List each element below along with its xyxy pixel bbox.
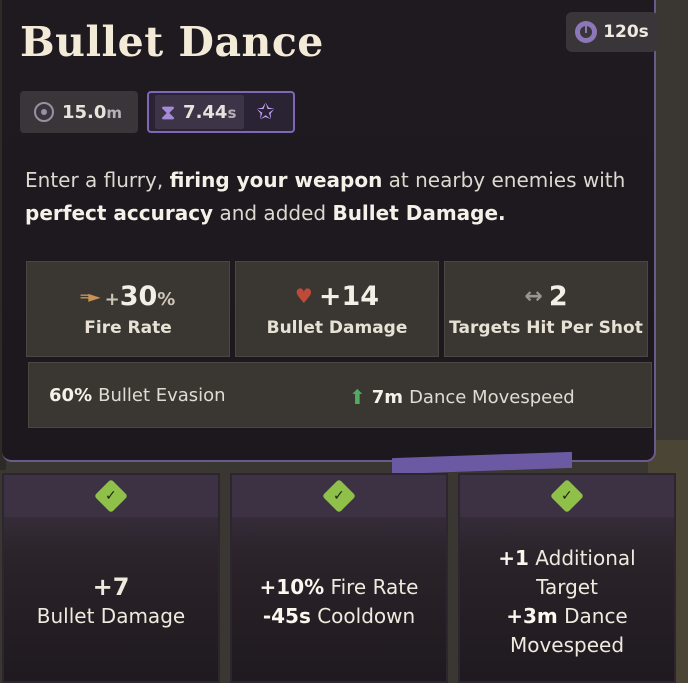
hourglass-icon: ⧗ [161,100,176,124]
upgrade-value: +1 [498,546,529,570]
checkmark-icon: ✓ [322,479,356,513]
dance-movespeed-stat: ⬆ 7m Dance Movespeed [349,385,575,409]
upgrade-tier-3[interactable]: ✓ +1 Additional Target +3m Dance Movespe… [458,473,676,683]
upgrade-value: +7 [92,573,130,601]
desc-bold-3: Bullet Damage. [332,201,506,225]
desc-bold-2: perfect accuracy [25,201,214,225]
upgrade-label: Fire Rate [324,575,419,599]
upgrade-label: Target [536,575,598,599]
duration-unit: s [227,103,237,122]
stat-label: Targets Hit Per Shot [449,317,643,338]
upgrade-value: -45s [262,604,311,628]
stat-suffix: % [157,288,176,310]
stat-value: +14 [318,280,380,312]
upgrade-tier-1[interactable]: ✓ +7 Bullet Damage [2,473,220,683]
bullet-evasion-stat: 60% Bullet Evasion [49,385,226,406]
movespeed-label: Dance Movespeed [409,386,575,408]
evasion-label: Bullet Evasion [98,385,226,406]
stat-targets-hit: ↔ 2 Targets Hit Per Shot [444,261,648,357]
arrows-icon: ↔ [524,283,543,309]
desc-text-1: Enter a flurry, [25,168,170,192]
ability-title: Bullet Dance [20,18,324,66]
stat-label: Fire Rate [84,317,172,338]
ability-card: Bullet Dance 120s 15.0m ⧗ 7.44s ✩ Enter … [2,0,658,462]
movespeed-value: 7 [371,386,385,408]
checkmark-icon: ✓ [550,479,584,513]
stat-prefix: + [104,288,120,310]
desc-text-3: and added [213,201,333,225]
range-unit: m [106,103,123,122]
cooldown-icon [575,21,598,43]
upgrade-label: Dance [557,604,628,628]
upgrade-value: +10% [259,575,325,599]
upgrade-label: Movespeed [509,633,625,657]
duration-badge[interactable]: ⧗ 7.44s ✩ [147,91,295,133]
upgrade-value: +3m [506,604,558,628]
range-badge: 15.0m [20,91,138,133]
star-upgrade-icon: ✩ [256,99,275,125]
ability-description: Enter a flurry, firing your weapon at ne… [25,164,655,230]
stat-fire-rate: ═► +30% Fire Rate [26,261,230,357]
stat-bullet-damage: ♥ +14 Bullet Damage [235,261,439,357]
cooldown-badge: 120s [566,12,658,52]
stat-label: Bullet Damage [266,317,408,338]
fire-rate-icon: ═► [80,286,101,306]
stat-value: 30 [119,280,158,312]
evasion-unit: % [74,385,93,406]
secondary-stats: 60% Bullet Evasion ⬆ 7m Dance Movespeed [28,362,652,428]
upgrade-label: Additional [528,546,636,570]
upgrade-tier-2[interactable]: ✓ +10% Fire Rate -45s Cooldown [230,473,448,683]
range-icon [34,102,54,122]
range-value: 15.0 [62,101,107,123]
movespeed-unit: m [384,386,404,408]
upgrade-label: Bullet Damage [36,604,186,628]
desc-text-2: at nearby enemies with [382,168,626,192]
boot-icon: ⬆ [349,385,366,409]
cooldown-value: 120s [603,22,649,42]
stat-value: 2 [548,280,568,312]
checkmark-icon: ✓ [94,479,128,513]
evasion-value: 60 [49,385,75,406]
bullet-damage-icon: ♥ [294,284,313,308]
upgrade-label: Cooldown [310,604,416,628]
duration-value: 7.44 [183,101,228,123]
desc-bold-1: firing your weapon [169,168,383,192]
